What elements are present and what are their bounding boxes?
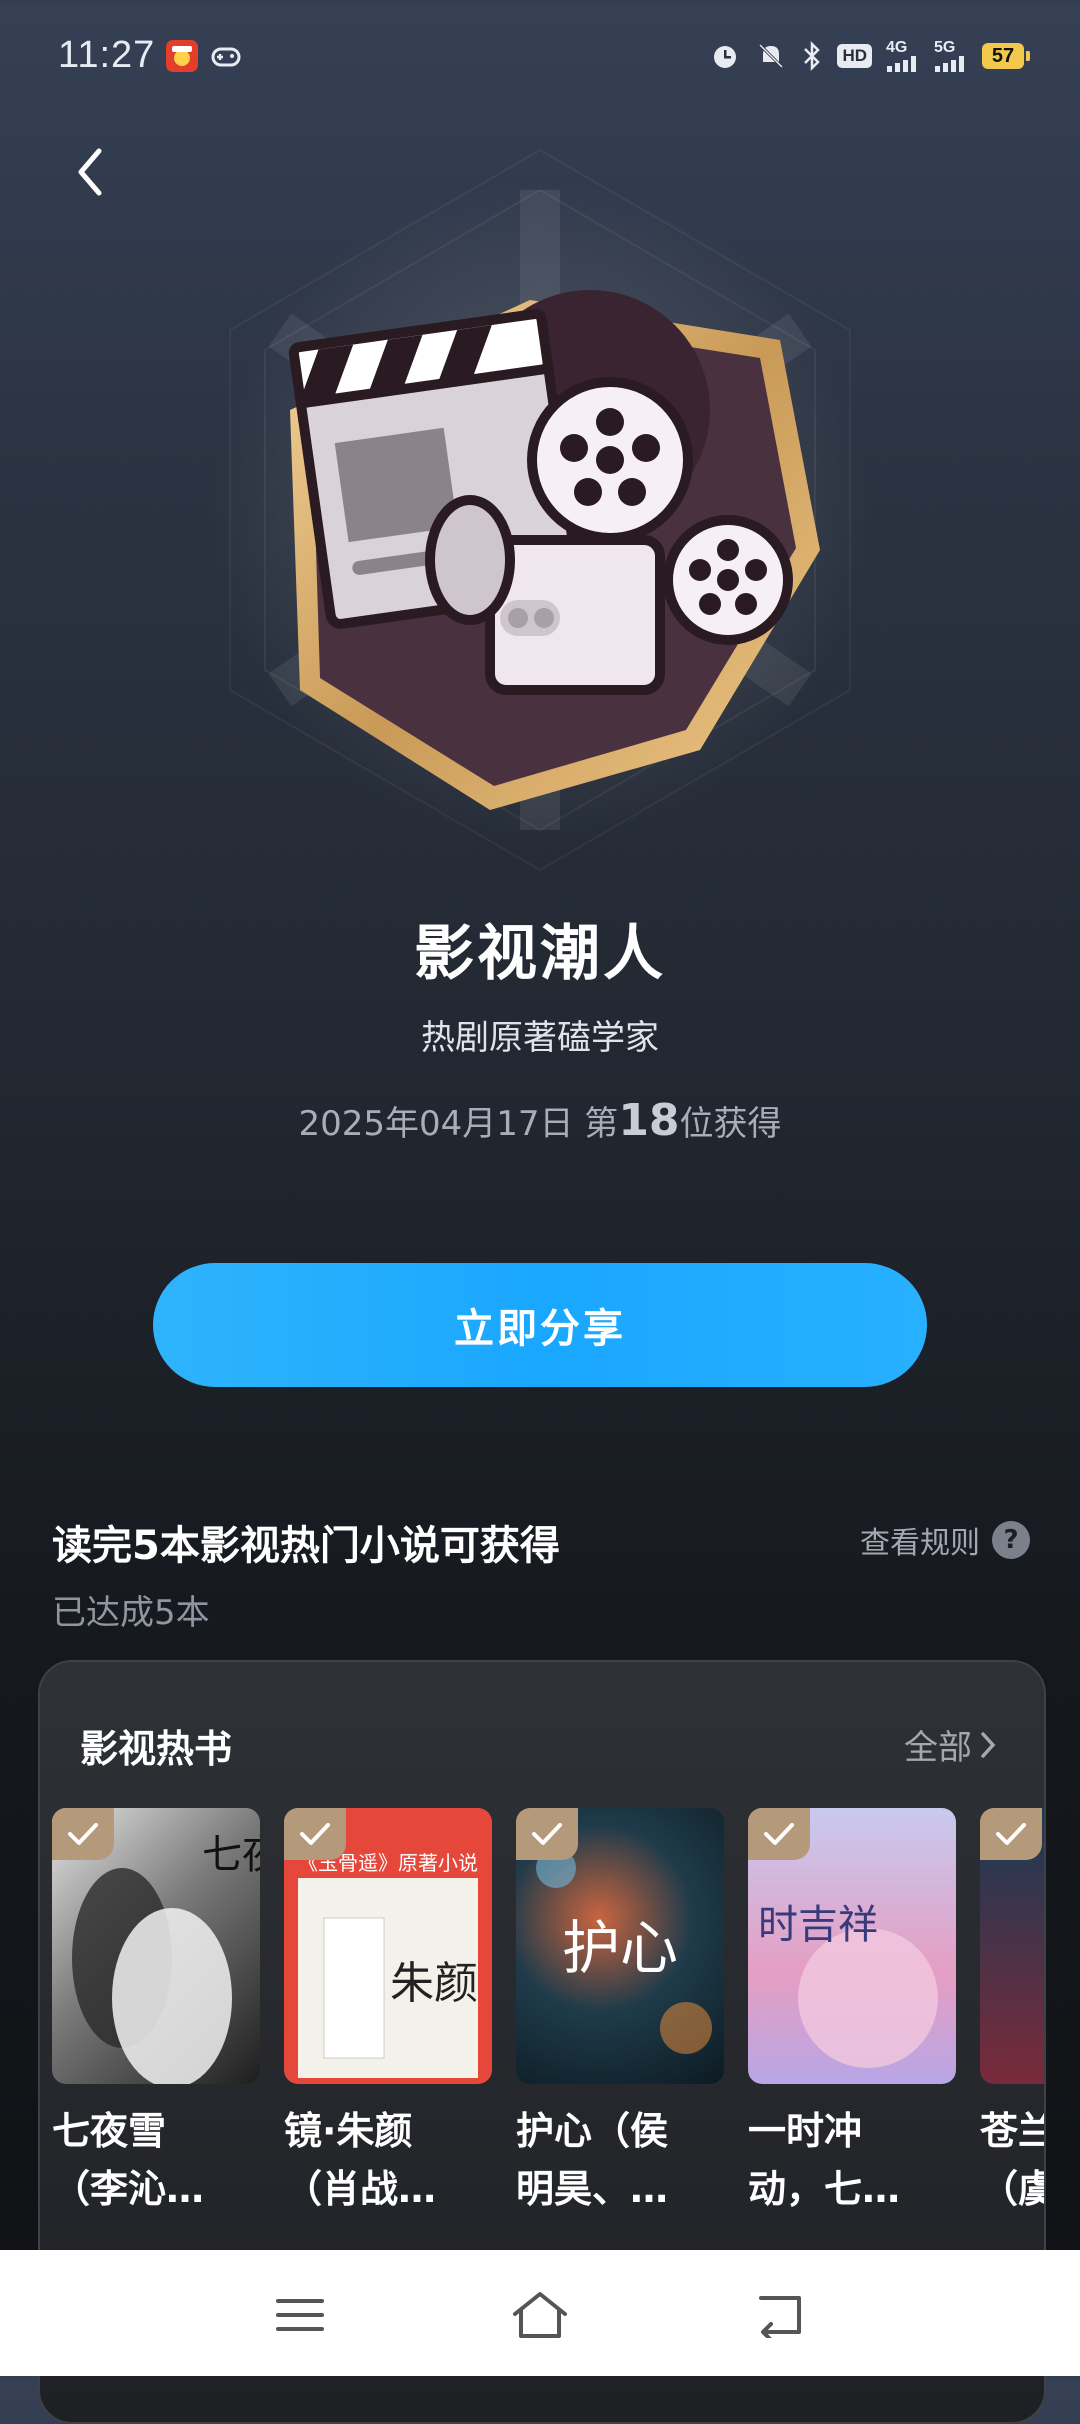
hot-books-title: 影视热书	[80, 1727, 233, 1771]
network-4g-label: 4G	[886, 39, 908, 56]
view-rules-label: 查看规则	[860, 1526, 980, 1561]
requirement-progress: 已达成5本	[52, 1593, 210, 1633]
bluetooth-icon	[804, 40, 821, 72]
signal-icon	[935, 56, 964, 72]
badge-title: 影视潮人	[414, 919, 666, 989]
status-bar: 11:27 HD 4G 5G 57	[0, 0, 1080, 110]
check-icon	[748, 1808, 810, 1860]
chevron-right-icon	[981, 1731, 996, 1758]
film-projector-badge-icon	[210, 148, 870, 872]
book-title-line1: 七夜雪	[52, 2109, 167, 2153]
view-all-label: 全部	[904, 1728, 972, 1768]
badge-earned-info: 2025年04月17日 第18位获得	[0, 1095, 1080, 1146]
share-button[interactable]: 立即分享	[153, 1263, 927, 1387]
battery-indicator: 57	[982, 43, 1030, 69]
book-cover	[980, 1808, 1044, 2084]
view-rules-link[interactable]: 查看规则 ?	[860, 1518, 1030, 1562]
book-cover: 时吉祥	[748, 1808, 956, 2084]
book-cover-title: 朱颜	[390, 1958, 478, 2009]
book-title-line2: （肖战…	[284, 2167, 437, 2211]
app-notification-icon	[166, 40, 198, 72]
badge-date-suffix: 位获得	[679, 1104, 782, 1144]
book-title-line2: 动，七…	[748, 2167, 901, 2211]
badge-date-prefix: 2025年04月17日 第	[298, 1104, 619, 1144]
alarm-icon	[714, 46, 737, 68]
book-item[interactable]: 苍兰 （虞…	[980, 1808, 1044, 2218]
menu-nav-button[interactable]	[260, 2280, 340, 2350]
system-nav-bar	[0, 2250, 1080, 2376]
check-icon	[52, 1808, 114, 1860]
book-item[interactable]: 《玉骨遥》原著小说 朱颜 镜·朱颜 （肖战…	[284, 1808, 492, 2218]
view-all-link[interactable]: 全部	[904, 1720, 996, 1769]
book-item[interactable]: 护心 护心（侯 明昊、…	[516, 1808, 724, 2218]
check-icon	[516, 1808, 578, 1860]
badge-illustration	[160, 130, 920, 890]
signal-icon	[887, 56, 916, 72]
book-cover: 护心	[516, 1808, 724, 2084]
menu-icon	[276, 2299, 324, 2331]
back-nav-button[interactable]	[740, 2280, 820, 2350]
book-title-line2: （李沁…	[52, 2167, 205, 2211]
check-icon	[284, 1808, 346, 1860]
status-icons: HD 4G 5G 57	[709, 39, 1030, 72]
network-5g-label: 5G	[934, 39, 956, 56]
book-title-line1: 苍兰	[980, 2109, 1044, 2153]
book-item[interactable]: 七夜雪 七夜雪 （李沁…	[52, 1808, 260, 2218]
book-title-line1: 镜·朱颜	[284, 2109, 413, 2153]
home-nav-button[interactable]	[500, 2280, 580, 2350]
mute-icon	[759, 43, 784, 69]
help-icon: ?	[992, 1521, 1030, 1559]
status-time: 11:27	[58, 34, 156, 76]
badge-subtitle: 热剧原著磕学家	[421, 1018, 659, 1058]
book-title-line2: 明昊、…	[516, 2167, 669, 2211]
book-title-line1: 一时冲	[748, 2109, 863, 2153]
book-cover: 《玉骨遥》原著小说 朱颜	[284, 1808, 492, 2084]
gamepad-icon	[210, 40, 242, 72]
hd-badge: HD	[837, 44, 872, 68]
requirement-title: 读完5本影视热门小说可获得	[52, 1523, 560, 1569]
book-title-line2: （虞…	[980, 2167, 1044, 2211]
book-cover-title: 护心	[562, 1914, 678, 1982]
book-cover-title: 七夜雪	[202, 1832, 260, 1878]
home-icon	[513, 2292, 567, 2338]
book-cover: 七夜雪	[52, 1808, 260, 2084]
back-button[interactable]	[60, 142, 120, 202]
check-icon	[980, 1808, 1042, 1860]
book-item[interactable]: 时吉祥 一时冲 动，七…	[748, 1808, 956, 2218]
book-title-line1: 护心（侯	[516, 2109, 669, 2153]
back-nav-icon	[759, 2296, 801, 2338]
book-cover-title: 时吉祥	[758, 1902, 878, 1948]
badge-rank: 18	[618, 1095, 680, 1146]
chevron-left-icon	[78, 148, 102, 196]
